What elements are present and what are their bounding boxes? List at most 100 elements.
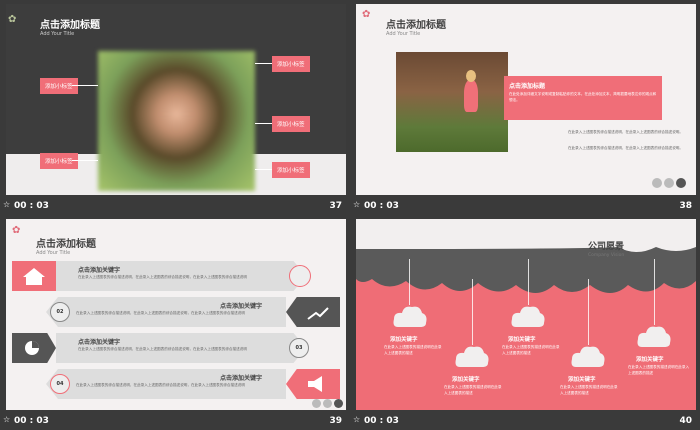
hanging-string [472, 279, 473, 345]
hanging-string [588, 279, 589, 345]
slide-canvas: ✿ 点击添加标题 Add Your Title 添加小标签 添加小标签 添加小标… [6, 4, 346, 195]
megaphone-icon-box [286, 369, 340, 399]
slide-footer: ☆ 00 : 03 37 [0, 197, 350, 215]
cloud-icon [637, 326, 671, 347]
slide-thumbnail-38[interactable]: ✿ 点击添加标题 Add Your Title 点击添加标题 在此处添加详细文字… [350, 0, 700, 215]
row-text: 在此录入上述图表的综合描述说明，在此录入上述图表的综合描述说明，在此录入上述图表… [76, 311, 245, 315]
hanging-string [409, 259, 410, 305]
slide-title: 点击添加标题 [386, 20, 446, 31]
dress-shape [464, 80, 478, 112]
connector-line [72, 85, 98, 86]
slide-subtitle: Add Your Title [386, 31, 421, 37]
cloud-icon [571, 346, 605, 367]
row-badge: 03 [289, 338, 309, 358]
row-heading: 点击添加关键字 [220, 375, 263, 382]
slide-canvas: ✿ 点击添加标题 Add Your Title 点击添加标题 在此处添加详细文字… [356, 4, 696, 195]
transition-time: 00 : 03 [14, 416, 49, 426]
keyword-heading: 添加关键字 [390, 337, 418, 343]
megaphone-icon [308, 376, 322, 392]
slide-title: 点击添加标题 [36, 239, 96, 250]
floral-decoration-icon: ✿ [12, 225, 21, 236]
nav-dot[interactable] [312, 399, 321, 408]
keyword-text: 在此录入上述图表的描述说明在此录入上述图表的描述 [560, 385, 618, 395]
nav-dot[interactable] [323, 399, 332, 408]
star-icon: ☆ [3, 415, 11, 424]
slide-number: 39 [329, 416, 342, 426]
hanging-string [528, 259, 529, 305]
cloud-icon [511, 306, 545, 327]
keyword-heading: 添加关键字 [508, 337, 536, 343]
slide-subtitle: Add Your Title [40, 31, 75, 37]
hanging-string [654, 259, 655, 325]
star-icon: ☆ [3, 200, 11, 209]
slide-number: 38 [679, 201, 692, 211]
label-tag: 添加小标签 [272, 116, 310, 132]
floral-decoration-icon: ✿ [362, 9, 371, 20]
row-badge: 04 [50, 374, 70, 394]
nav-dot-active[interactable] [676, 178, 686, 188]
slide-thumbnail-40[interactable]: 公司愿景 Company Vision 添加关键字 在此录入上述图表的描述说明在… [350, 215, 700, 430]
nav-dot[interactable] [664, 178, 674, 188]
panel-heading: 点击添加标题 [509, 83, 546, 90]
floral-decoration-icon: ✿ [8, 14, 17, 25]
label-tag: 添加小标签 [40, 78, 78, 94]
row-text: 在此录入上述图表的综合描述说明，在此录入上述图表的综合描述说明，在此录入上述图表… [78, 347, 247, 351]
keyword-text: 在此录入上述图表的描述说明在此录入上述图表的描述 [628, 365, 690, 375]
chart-icon-box [286, 297, 340, 327]
slide-footer: ☆ 00 : 03 38 [350, 197, 700, 215]
panel-text: 在此处添加详细文字说明或复制粘贴你的文本。在此处添加文本，简明扼要地表达你的观点… [509, 92, 657, 102]
photo-girl-on-fence [396, 52, 508, 152]
blurred-photo [98, 51, 255, 191]
label-tag: 添加小标签 [272, 56, 310, 72]
transition-time: 00 : 03 [14, 201, 49, 211]
transition-time: 00 : 03 [364, 416, 399, 426]
home-icon-box [12, 261, 56, 291]
slide-canvas: ✿ 点击添加标题 Add Your Title 点击添加关键字 在此录入上述图表… [6, 219, 346, 410]
slide-number: 37 [329, 201, 342, 211]
keyword-text: 在此录入上述图表的描述说明在此录入上述图表的描述 [384, 345, 442, 355]
star-icon: ☆ [353, 415, 361, 424]
bullet-item: 在此录入上述图表的综合描述说明，在此录入上述图表的综合描述说明。 [568, 146, 683, 150]
row-badge: 02 [50, 302, 70, 322]
keyword-heading: 添加关键字 [452, 377, 480, 383]
head-shape [466, 70, 476, 82]
keyword-text: 在此录入上述图表的描述说明在此录入上述图表的描述 [502, 345, 560, 355]
connector-line [72, 160, 98, 161]
slide-thumbnail-39[interactable]: ✿ 点击添加标题 Add Your Title 点击添加关键字 在此录入上述图表… [0, 215, 350, 430]
connector-line [255, 63, 272, 64]
pie-icon-box [12, 333, 56, 363]
nav-dot-active[interactable] [334, 399, 343, 408]
slide-title: 点击添加标题 [40, 20, 100, 31]
trend-chart-icon [307, 307, 329, 320]
nav-dot[interactable] [652, 178, 662, 188]
star-icon: ☆ [353, 200, 361, 209]
label-tag: 添加小标签 [272, 162, 310, 178]
label-tag: 添加小标签 [40, 153, 78, 169]
row-badge-circle [289, 265, 311, 287]
row-heading: 点击添加关键字 [78, 339, 121, 346]
row-heading: 点击添加关键字 [78, 267, 121, 274]
slide-canvas: 公司愿景 Company Vision 添加关键字 在此录入上述图表的描述说明在… [356, 219, 696, 410]
keyword-text: 在此录入上述图表的描述说明在此录入上述图表的描述 [444, 385, 502, 395]
slide-subtitle: Company Vision [588, 253, 625, 258]
keyword-heading: 添加关键字 [636, 357, 664, 363]
cloud-icon [455, 346, 489, 367]
slide-title: 公司愿景 [588, 242, 625, 252]
cloud-icon [393, 306, 427, 327]
slide-footer: ☆ 00 : 03 40 [350, 412, 700, 430]
description-panel: 点击添加标题 在此处添加详细文字说明或复制粘贴你的文本。在此处添加文本，简明扼要… [504, 76, 662, 120]
row-heading: 点击添加关键字 [220, 303, 263, 310]
dark-cloud-banner [356, 219, 696, 293]
connector-line [255, 123, 272, 124]
keyword-heading: 添加关键字 [568, 377, 596, 383]
home-icon [23, 268, 45, 285]
row-text: 在此录入上述图表的综合描述说明，在此录入上述图表的综合描述说明，在此录入上述图表… [76, 383, 245, 387]
bullet-item: 在此录入上述图表的综合描述说明，在此录入上述图表的综合描述说明。 [568, 130, 683, 134]
transition-time: 00 : 03 [364, 201, 399, 211]
slide-footer: ☆ 00 : 03 39 [0, 412, 350, 430]
pie-chart-icon [25, 341, 39, 355]
slide-number: 40 [679, 416, 692, 426]
slide-thumbnail-37[interactable]: ✿ 点击添加标题 Add Your Title 添加小标签 添加小标签 添加小标… [0, 0, 350, 215]
connector-line [255, 169, 272, 170]
row-text: 在此录入上述图表的综合描述说明，在此录入上述图表的综合描述说明，在此录入上述图表… [78, 275, 247, 279]
